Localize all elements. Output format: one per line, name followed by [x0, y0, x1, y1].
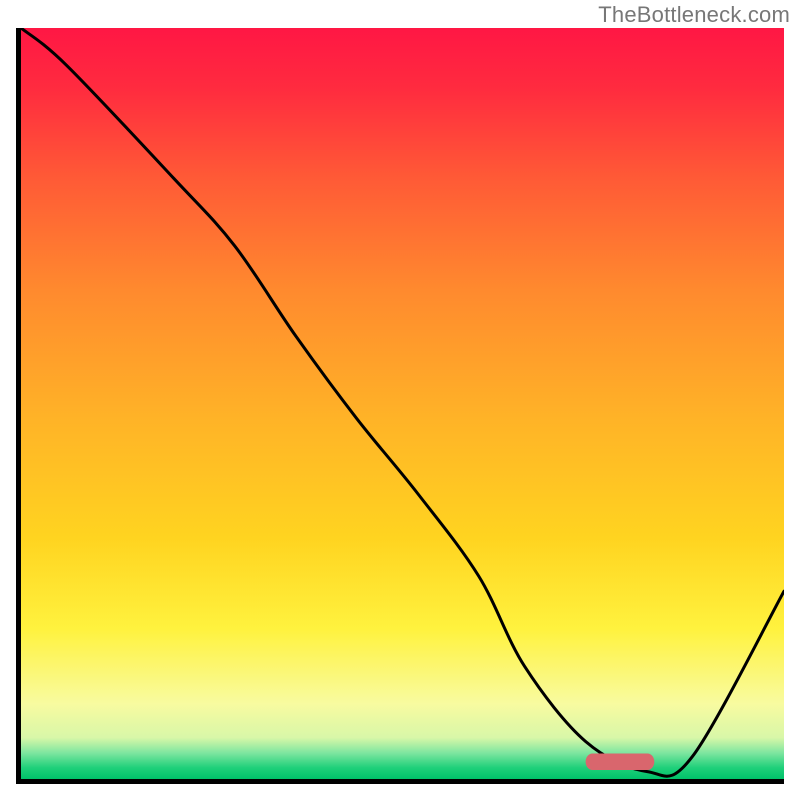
optimal-marker	[586, 753, 655, 770]
plot-svg	[21, 28, 784, 779]
plot-area	[21, 28, 784, 779]
chart-container: TheBottleneck.com	[0, 0, 800, 800]
gradient-backdrop	[21, 28, 784, 779]
plot-frame	[16, 28, 784, 784]
watermark-text: TheBottleneck.com	[598, 2, 790, 28]
